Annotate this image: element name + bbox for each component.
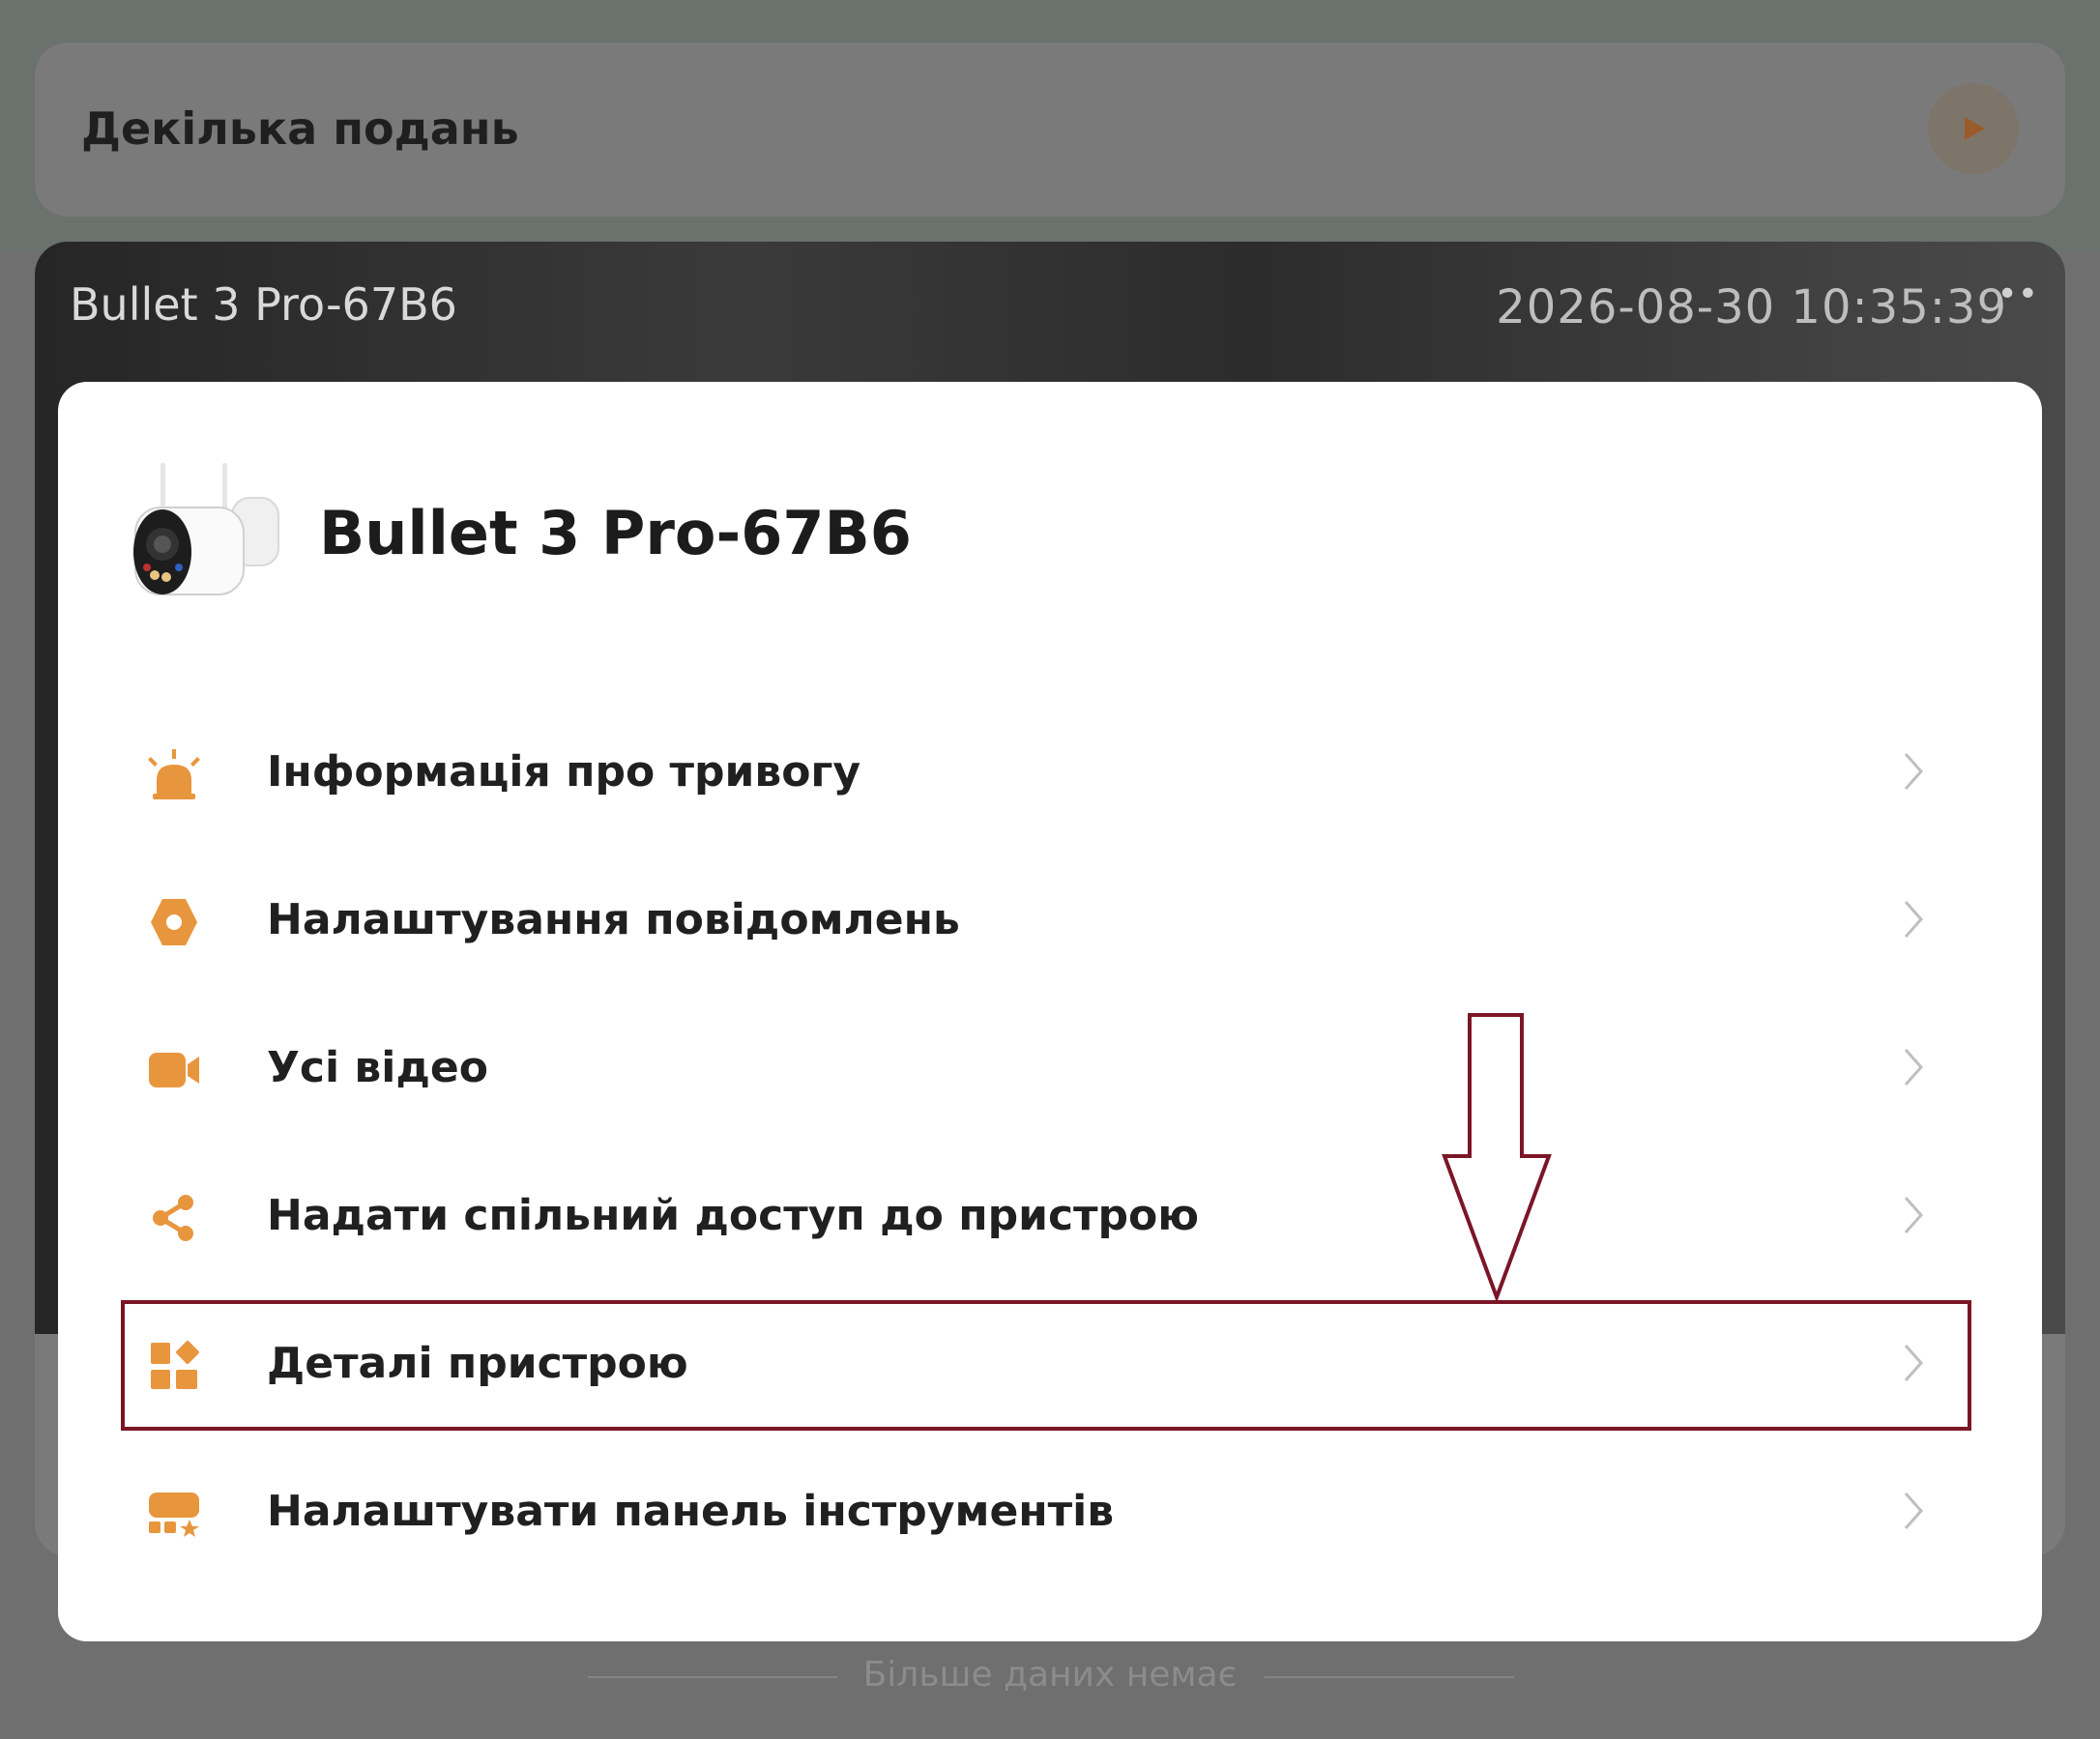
menu-item-share-device[interactable]: Надати спільний доступ до пристрою (58, 1145, 2042, 1290)
down-arrow-annotation (1442, 1013, 1552, 1303)
menu-item-alarm-info[interactable]: Інформація про тривогу (58, 701, 2042, 846)
chevron-right-icon (1904, 753, 1924, 790)
menu-item-customize-toolbar[interactable]: Налаштувати панель інструментів (58, 1440, 2042, 1585)
menu-label-notification-settings: Налаштування повідомлень (267, 895, 960, 944)
bullet-camera-thumbnail (133, 463, 279, 595)
menu-label-customize-toolbar: Налаштувати панель інструментів (267, 1487, 1115, 1536)
toolbar-customize-icon (149, 1493, 199, 1537)
device-menu-sheet: Bullet 3 Pro-67B6 Інформація про тривогу… (58, 382, 2042, 1641)
divider-right (1265, 1676, 1514, 1678)
play-button[interactable] (1928, 83, 2019, 174)
menu-label-alarm-info: Інформація про тривогу (267, 747, 861, 797)
highlight-box-annotation (121, 1300, 1971, 1431)
share-icon (153, 1195, 193, 1241)
alarm-icon (148, 749, 200, 799)
device-title: Bullet 3 Pro-67B6 (319, 498, 912, 568)
chevron-right-icon (1904, 1197, 1924, 1233)
chevron-right-icon (1904, 1493, 1924, 1529)
play-icon (1965, 117, 1985, 140)
video-camera-icon (149, 1053, 199, 1087)
no-more-data-text: Більше даних немає (862, 1655, 1238, 1695)
settings-hexagon-icon (151, 899, 197, 945)
chevron-right-icon (1904, 901, 1924, 938)
menu-label-all-videos: Усі відео (267, 1043, 488, 1092)
multi-view-title: Декілька подань (81, 102, 519, 155)
menu-label-share-device: Надати спільний доступ до пристрою (267, 1191, 1200, 1240)
multi-view-card[interactable]: Декілька подань (35, 43, 2065, 217)
more-icon[interactable]: •• (1998, 275, 2038, 314)
menu-item-notification-settings[interactable]: Налаштування повідомлень (58, 849, 2042, 994)
chevron-right-icon (1904, 1049, 1924, 1086)
camera-timestamp: 2026-08-30 10:35:39 (1496, 280, 2007, 334)
menu-item-all-videos[interactable]: Усі відео (58, 997, 2042, 1142)
camera-name: Bullet 3 Pro-67B6 (70, 278, 457, 331)
